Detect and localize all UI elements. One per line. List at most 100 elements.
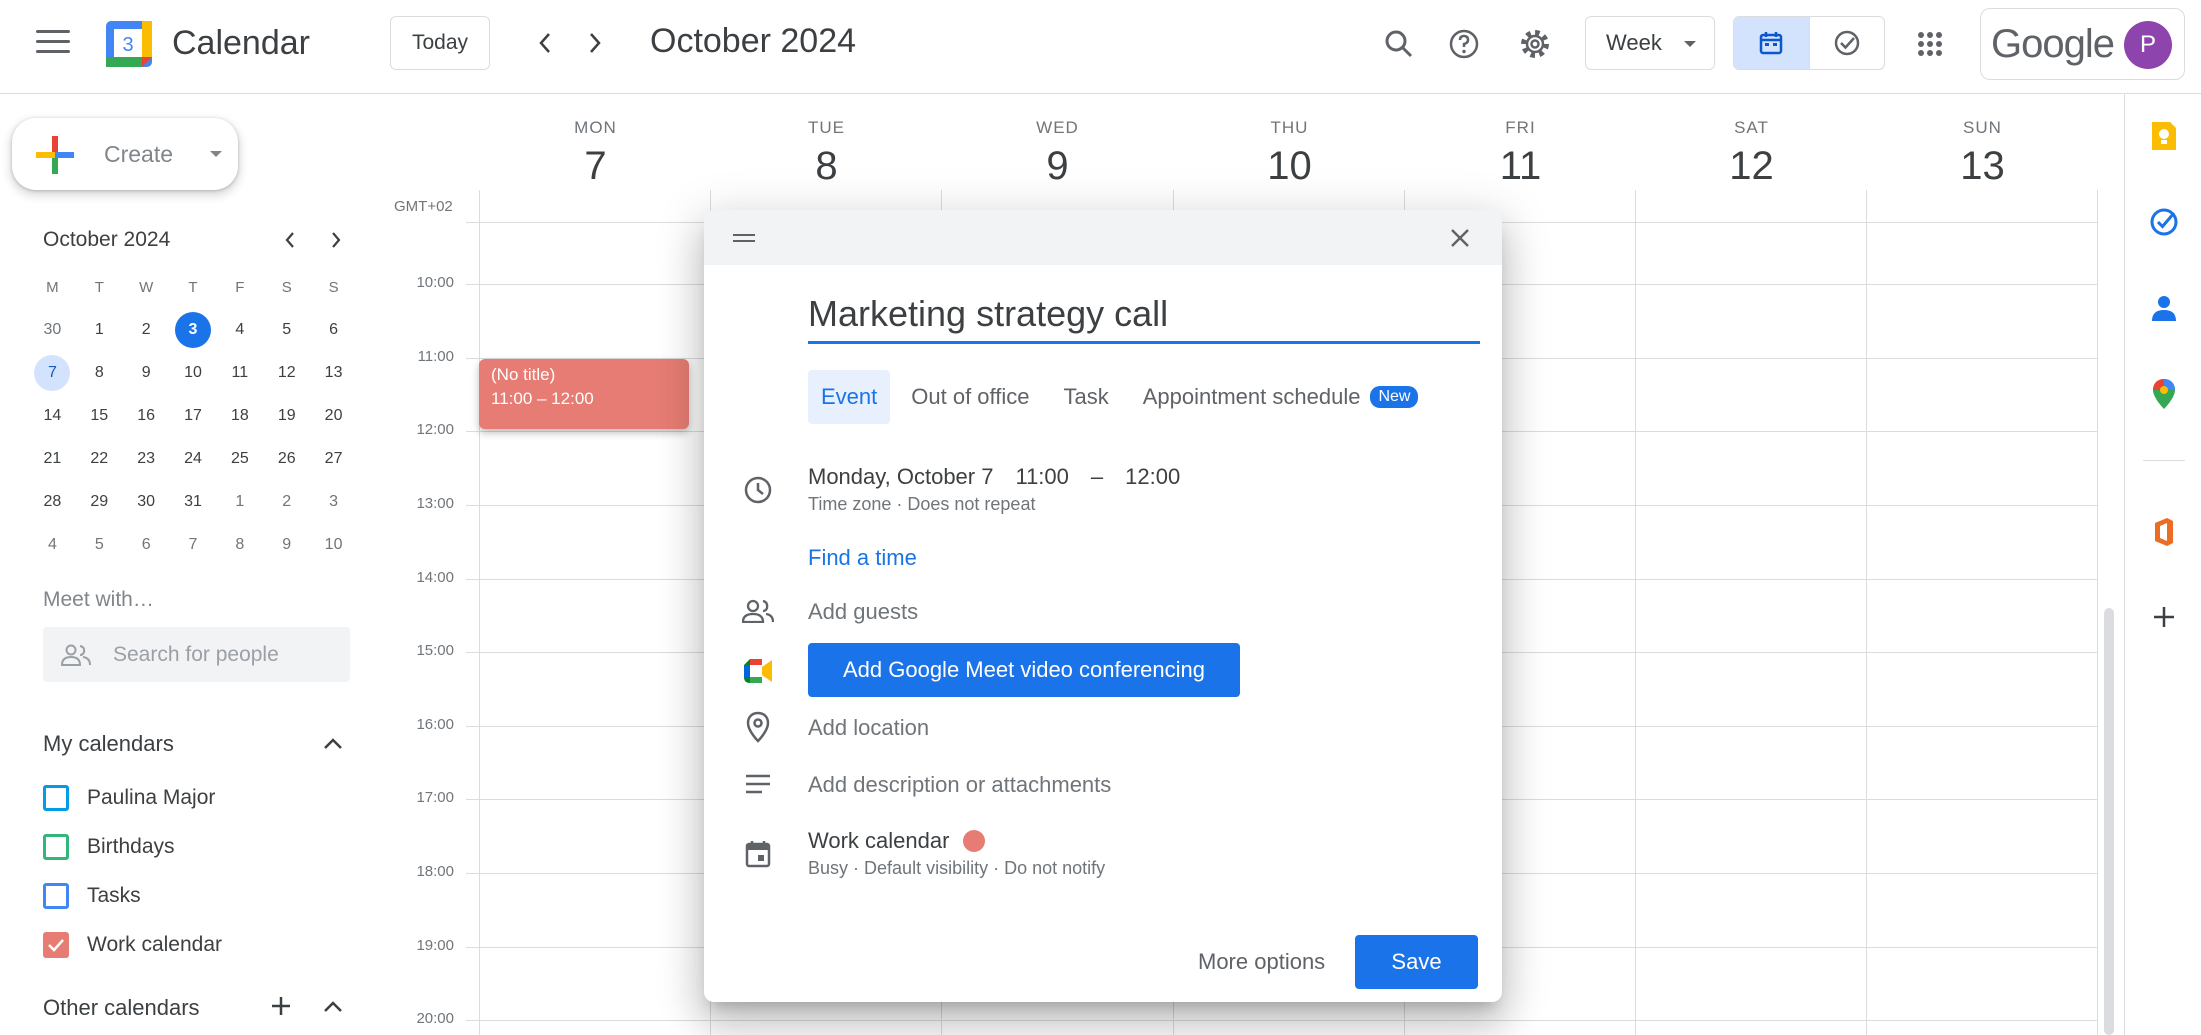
mini-calendar-day[interactable]: 30	[123, 483, 170, 521]
tab-event[interactable]: Event	[808, 370, 891, 424]
contacts-app-button[interactable]	[2144, 288, 2184, 328]
day-header-mon[interactable]: MON 7	[480, 118, 711, 189]
create-button[interactable]: Create	[12, 118, 238, 190]
collapse-other-calendars-button[interactable]	[318, 991, 348, 1021]
event-date[interactable]: Monday, October 7	[808, 464, 993, 489]
collapse-my-calendars-button[interactable]	[318, 728, 348, 758]
mini-calendar-day[interactable]: 25	[216, 440, 263, 478]
add-google-meet-button[interactable]: Add Google Meet video conferencing	[808, 643, 1240, 697]
mini-calendar-day[interactable]: 5	[263, 311, 310, 349]
next-week-button[interactable]	[574, 22, 616, 64]
mini-calendar-day[interactable]: 7	[170, 526, 217, 564]
calendar-selector[interactable]: Work calendar	[808, 828, 986, 854]
main-menu-icon[interactable]	[36, 30, 70, 58]
find-a-time-link[interactable]: Find a time	[808, 545, 917, 571]
addon-app-button[interactable]	[2144, 512, 2184, 552]
tasks-view-toggle[interactable]	[1808, 17, 1885, 69]
mini-calendar-day[interactable]: 10	[310, 526, 357, 564]
tasks-app-button[interactable]	[2144, 202, 2184, 242]
mini-calendar-day[interactable]: 21	[29, 440, 76, 478]
mini-calendar-day[interactable]: 12	[263, 354, 310, 392]
add-location-field[interactable]: Add location	[808, 715, 929, 741]
day-header-wed[interactable]: WED 9	[942, 118, 1173, 189]
save-button[interactable]: Save	[1355, 935, 1478, 989]
help-button[interactable]	[1440, 20, 1488, 68]
mini-calendar-day[interactable]: 17	[170, 397, 217, 435]
mini-calendar-day[interactable]: 1	[216, 483, 263, 521]
grid-scrollbar[interactable]	[2104, 608, 2114, 1035]
availability-setting[interactable]: Busy	[808, 858, 848, 878]
mini-calendar-today[interactable]: 3	[170, 311, 217, 349]
view-selector[interactable]: Week	[1585, 16, 1715, 70]
mini-calendar-day[interactable]: 11	[216, 354, 263, 392]
mini-calendar-day[interactable]: 2	[123, 311, 170, 349]
mini-calendar-day[interactable]: 26	[263, 440, 310, 478]
mini-calendar-day[interactable]: 4	[216, 311, 263, 349]
day-header-sun[interactable]: SUN 13	[1867, 118, 2098, 189]
mini-calendar-day[interactable]: 13	[310, 354, 357, 392]
calendar-item-paulina-major[interactable]: Paulina Major	[43, 785, 215, 811]
day-header-tue[interactable]: TUE 8	[711, 118, 942, 189]
event-end-time[interactable]: 12:00	[1125, 464, 1180, 489]
more-options-button[interactable]: More options	[1182, 935, 1341, 989]
mini-calendar-day[interactable]: 29	[76, 483, 123, 521]
mini-calendar-day[interactable]: 3	[310, 483, 357, 521]
close-dialog-button[interactable]	[1442, 220, 1478, 256]
mini-calendar-prev-button[interactable]	[274, 224, 306, 256]
previous-week-button[interactable]	[524, 22, 566, 64]
mini-calendar-day[interactable]: 16	[123, 397, 170, 435]
day-header-fri[interactable]: FRI 11	[1405, 118, 1636, 189]
maps-app-button[interactable]	[2144, 374, 2184, 414]
event-title-input[interactable]	[808, 292, 1480, 344]
mini-calendar-day[interactable]: 24	[170, 440, 217, 478]
mini-calendar-day[interactable]: 2	[263, 483, 310, 521]
drag-handle-icon[interactable]	[733, 234, 755, 246]
checkbox-checked[interactable]	[43, 932, 69, 958]
timezone-link[interactable]: Time zone	[808, 494, 891, 514]
search-button[interactable]	[1375, 20, 1423, 68]
mini-calendar-day[interactable]: 9	[263, 526, 310, 564]
add-description-field[interactable]: Add description or attachments	[808, 772, 1111, 798]
mini-calendar-day[interactable]: 5	[76, 526, 123, 564]
mini-calendar-day[interactable]: 8	[216, 526, 263, 564]
mini-calendar-day[interactable]: 4	[29, 526, 76, 564]
mini-calendar-day[interactable]: 30	[29, 311, 76, 349]
mini-calendar-day[interactable]: 31	[170, 483, 217, 521]
calendar-view-toggle[interactable]	[1734, 17, 1809, 69]
get-addons-button[interactable]	[2144, 597, 2184, 637]
calendar-item-work-calendar[interactable]: Work calendar	[43, 932, 222, 958]
mini-calendar-selected-day[interactable]: 7	[29, 354, 76, 392]
checkbox-unchecked[interactable]	[43, 834, 69, 860]
mini-calendar-day[interactable]: 9	[123, 354, 170, 392]
tab-out-of-office[interactable]: Out of office	[898, 370, 1042, 424]
day-header-thu[interactable]: THU 10	[1174, 118, 1405, 189]
mini-calendar-day[interactable]: 8	[76, 354, 123, 392]
google-apps-button[interactable]	[1906, 20, 1954, 68]
keep-app-button[interactable]	[2144, 116, 2184, 156]
event-start-time[interactable]: 11:00	[1015, 464, 1068, 489]
checkbox-unchecked[interactable]	[43, 785, 69, 811]
mini-calendar-day[interactable]: 28	[29, 483, 76, 521]
mini-calendar-day[interactable]: 18	[216, 397, 263, 435]
mini-calendar-day[interactable]: 19	[263, 397, 310, 435]
add-other-calendar-button[interactable]	[266, 991, 296, 1021]
day-header-sat[interactable]: SAT 12	[1636, 118, 1867, 189]
mini-calendar-day[interactable]: 6	[310, 311, 357, 349]
mini-calendar-day[interactable]: 27	[310, 440, 357, 478]
calendar-item-tasks[interactable]: Tasks	[43, 883, 141, 909]
avatar[interactable]: P	[2124, 21, 2172, 69]
mini-calendar-day[interactable]: 1	[76, 311, 123, 349]
checkbox-unchecked[interactable]	[43, 883, 69, 909]
add-guests-field[interactable]: Add guests	[808, 599, 918, 625]
mini-calendar-day[interactable]: 10	[170, 354, 217, 392]
mini-calendar-day[interactable]: 6	[123, 526, 170, 564]
event-date-time[interactable]: Monday, October 7 11:00–12:00	[808, 464, 1202, 490]
search-people-input[interactable]: Search for people	[43, 627, 350, 682]
settings-button[interactable]	[1511, 20, 1559, 68]
notification-setting[interactable]: Do not notify	[1004, 858, 1105, 878]
today-button[interactable]: Today	[390, 16, 490, 70]
mini-calendar-next-button[interactable]	[320, 224, 352, 256]
mini-calendar-day[interactable]: 23	[123, 440, 170, 478]
visibility-setting[interactable]: Default visibility	[864, 858, 988, 878]
tab-task[interactable]: Task	[1050, 370, 1121, 424]
